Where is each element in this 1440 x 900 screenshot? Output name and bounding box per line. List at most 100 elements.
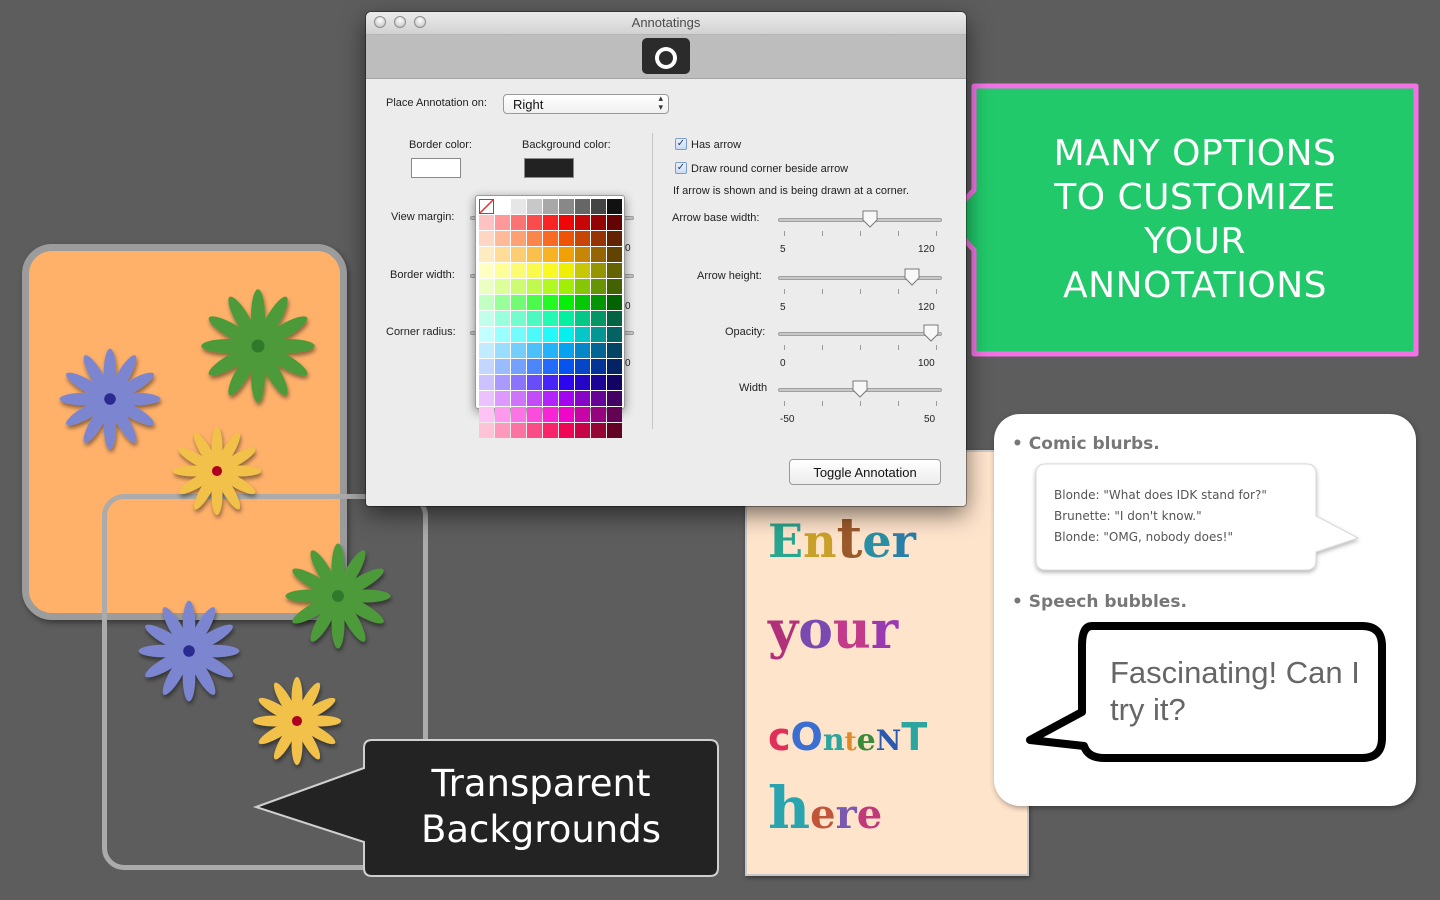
color-swatch[interactable]: [559, 311, 574, 326]
color-swatch[interactable]: [511, 295, 526, 310]
color-swatch[interactable]: [559, 263, 574, 278]
color-swatch[interactable]: [591, 423, 606, 438]
color-swatch[interactable]: [527, 375, 542, 390]
color-swatch[interactable]: [559, 295, 574, 310]
color-swatch[interactable]: [479, 263, 494, 278]
slider-knob[interactable]: [862, 210, 878, 228]
color-swatch[interactable]: [543, 407, 558, 422]
color-swatch[interactable]: [479, 231, 494, 246]
color-swatch[interactable]: [559, 407, 574, 422]
color-swatch[interactable]: [607, 391, 622, 406]
color-swatch[interactable]: [527, 343, 542, 358]
color-swatch[interactable]: [495, 407, 510, 422]
has-arrow-checkbox[interactable]: ✓: [675, 138, 687, 150]
color-swatch[interactable]: [591, 295, 606, 310]
color-swatch[interactable]: [543, 199, 558, 214]
color-swatch[interactable]: [543, 215, 558, 230]
color-swatch[interactable]: [591, 247, 606, 262]
opacity-slider[interactable]: [778, 332, 942, 336]
color-swatch[interactable]: [591, 359, 606, 374]
color-swatch[interactable]: [591, 311, 606, 326]
color-swatch[interactable]: [527, 279, 542, 294]
color-swatch[interactable]: [511, 311, 526, 326]
color-swatch[interactable]: [511, 391, 526, 406]
color-swatch[interactable]: [575, 343, 590, 358]
color-swatch[interactable]: [511, 375, 526, 390]
slider-knob[interactable]: [852, 380, 868, 398]
color-swatch[interactable]: [511, 199, 526, 214]
color-swatch[interactable]: [527, 231, 542, 246]
color-swatch[interactable]: [495, 295, 510, 310]
color-swatch[interactable]: [607, 327, 622, 342]
color-swatch[interactable]: [591, 407, 606, 422]
color-swatch[interactable]: [575, 327, 590, 342]
color-swatch[interactable]: [495, 311, 510, 326]
color-swatch[interactable]: [559, 391, 574, 406]
color-swatch[interactable]: [479, 327, 494, 342]
color-swatch[interactable]: [479, 359, 494, 374]
color-swatch[interactable]: [607, 407, 622, 422]
color-swatch[interactable]: [527, 423, 542, 438]
color-swatch[interactable]: [575, 215, 590, 230]
color-swatch[interactable]: [591, 215, 606, 230]
color-swatch[interactable]: [559, 247, 574, 262]
color-swatch[interactable]: [495, 327, 510, 342]
color-swatch[interactable]: [607, 215, 622, 230]
color-swatch[interactable]: [591, 391, 606, 406]
color-swatch[interactable]: [591, 375, 606, 390]
round-corner-checkbox[interactable]: ✓: [675, 162, 687, 174]
color-swatch[interactable]: [559, 375, 574, 390]
color-swatch[interactable]: [511, 247, 526, 262]
color-swatch[interactable]: [607, 263, 622, 278]
color-swatch[interactable]: [607, 359, 622, 374]
color-swatch[interactable]: [495, 231, 510, 246]
color-swatch[interactable]: [527, 247, 542, 262]
color-swatch[interactable]: [479, 423, 494, 438]
color-swatch[interactable]: [543, 295, 558, 310]
color-swatch[interactable]: [559, 231, 574, 246]
background-color-well[interactable]: [524, 158, 574, 178]
color-swatch[interactable]: [575, 375, 590, 390]
color-swatch[interactable]: [479, 311, 494, 326]
color-swatch[interactable]: [511, 359, 526, 374]
color-swatch[interactable]: [575, 295, 590, 310]
color-swatch[interactable]: [543, 311, 558, 326]
color-swatch[interactable]: [591, 279, 606, 294]
color-swatch[interactable]: [511, 327, 526, 342]
title-bar[interactable]: Annotatings: [366, 12, 966, 35]
color-swatch[interactable]: [607, 343, 622, 358]
color-swatch[interactable]: [527, 311, 542, 326]
color-swatch[interactable]: [495, 263, 510, 278]
color-swatch[interactable]: [543, 423, 558, 438]
color-swatch[interactable]: [543, 231, 558, 246]
color-swatch[interactable]: [527, 215, 542, 230]
color-swatch[interactable]: [527, 407, 542, 422]
color-swatch[interactable]: [543, 327, 558, 342]
slider-knob[interactable]: [923, 324, 939, 342]
color-swatch[interactable]: [591, 327, 606, 342]
color-swatch[interactable]: [559, 279, 574, 294]
color-swatch[interactable]: [495, 247, 510, 262]
color-swatch[interactable]: [607, 231, 622, 246]
color-swatch[interactable]: [559, 199, 574, 214]
color-swatch[interactable]: [575, 263, 590, 278]
color-swatch[interactable]: [479, 295, 494, 310]
color-swatch[interactable]: [527, 359, 542, 374]
color-swatch[interactable]: [559, 343, 574, 358]
color-swatch[interactable]: [543, 263, 558, 278]
color-swatch[interactable]: [495, 215, 510, 230]
color-swatch[interactable]: [591, 343, 606, 358]
color-swatch[interactable]: [575, 279, 590, 294]
color-swatch[interactable]: [511, 263, 526, 278]
color-swatch[interactable]: [575, 247, 590, 262]
color-swatch[interactable]: [495, 199, 510, 214]
color-swatch[interactable]: [479, 407, 494, 422]
color-swatch[interactable]: [527, 327, 542, 342]
color-swatch[interactable]: [511, 279, 526, 294]
color-swatch[interactable]: [479, 247, 494, 262]
color-swatch[interactable]: [479, 375, 494, 390]
color-swatch[interactable]: [511, 215, 526, 230]
color-swatch[interactable]: [495, 359, 510, 374]
color-swatch[interactable]: [607, 279, 622, 294]
color-swatch[interactable]: [607, 423, 622, 438]
